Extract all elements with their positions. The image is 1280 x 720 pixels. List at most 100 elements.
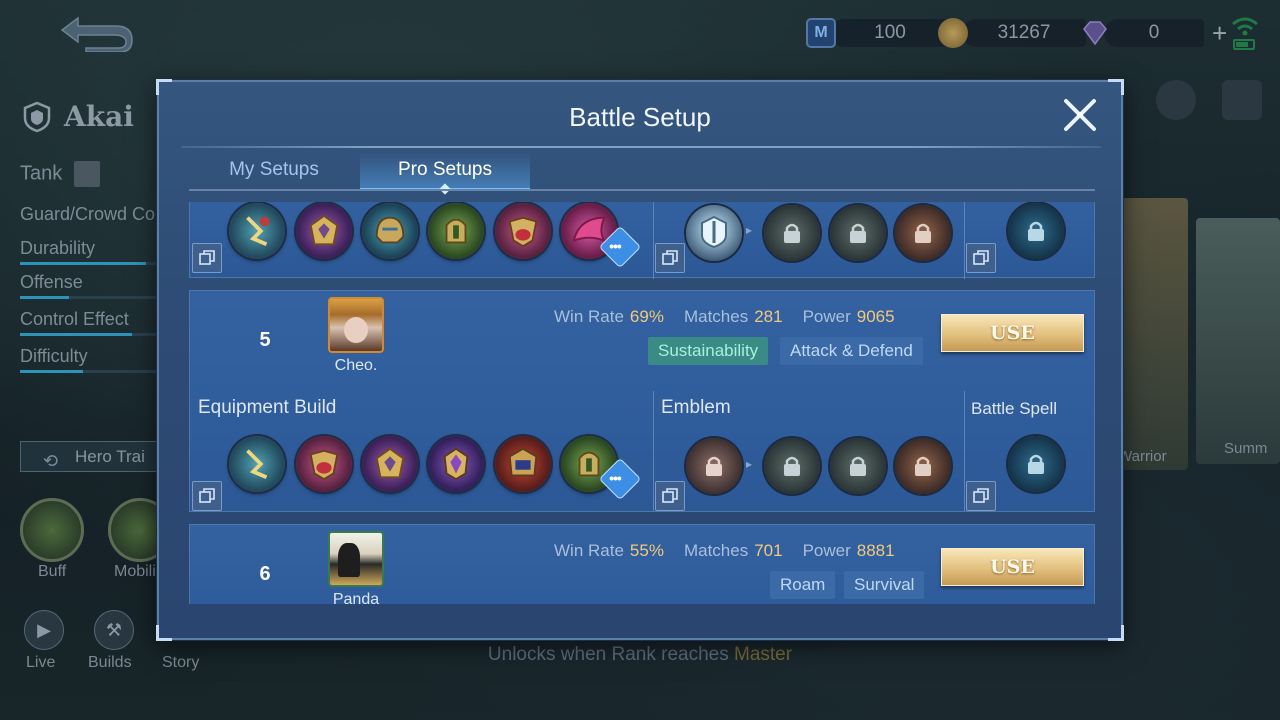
item-red-mask-icon[interactable]	[296, 436, 352, 492]
stat-difficulty-bar	[20, 370, 160, 373]
tag-sustainability: Sustainability	[648, 337, 769, 365]
stat-control-bar	[20, 333, 160, 336]
training-icon: ⟲	[43, 451, 59, 471]
summon-skin-card[interactable]: Summ	[1196, 218, 1280, 464]
setup-stats: Win Rate 55% Matches 701 Power 8881	[554, 541, 895, 560]
setup-list[interactable]: ••• ▸ 5 Cheo. Win Rate 69% Matches 281 P…	[189, 202, 1095, 604]
setup-stats: Win Rate 69% Matches 281 Power 9065	[554, 307, 895, 326]
copy-icon	[973, 488, 989, 503]
tickets-value: 100	[830, 19, 950, 47]
emblem-talent-2-icon[interactable]	[830, 205, 886, 261]
copy-build-button[interactable]	[192, 243, 222, 273]
copy-icon	[199, 250, 215, 265]
emblem-tank-icon[interactable]	[686, 205, 742, 261]
divider	[964, 202, 965, 279]
player-avatar[interactable]	[328, 531, 384, 587]
equipment-build-label: Equipment Build	[198, 397, 337, 418]
emblem-talent-1-icon[interactable]	[764, 438, 820, 494]
copy-icon	[973, 250, 989, 265]
item-purple-shield-icon[interactable]	[428, 436, 484, 492]
battle-spell-icon[interactable]	[1008, 203, 1064, 259]
lock-icon	[850, 456, 866, 476]
voice-icon[interactable]	[1156, 80, 1196, 120]
lock-icon	[850, 223, 866, 243]
tabs-divider	[189, 189, 1095, 191]
item-red-armor-icon[interactable]	[495, 436, 551, 492]
divider	[653, 202, 654, 279]
copy-icon	[662, 250, 678, 265]
hero-training-button[interactable]: ⟲ Hero Trai	[20, 441, 180, 472]
item-helmet-icon[interactable]	[362, 203, 418, 259]
copy-icon	[199, 488, 215, 503]
diamonds-value: 0	[1104, 19, 1204, 47]
buff-button[interactable]	[20, 498, 84, 562]
summon-label: Summ	[1224, 440, 1268, 457]
hero-specialty: Guard/Crowd Co	[20, 204, 156, 224]
avatar-figure	[338, 543, 360, 577]
emblem-main-icon[interactable]	[686, 438, 742, 494]
item-green-helm-icon[interactable]	[428, 203, 484, 259]
setup-card: 5 Cheo. Win Rate 69% Matches 281 Power 9065 S…	[189, 290, 1095, 512]
use-setup-button[interactable]: USE	[941, 548, 1084, 586]
tickets-counter[interactable]: M 100	[806, 16, 950, 50]
wifi-battery-icon	[1232, 17, 1258, 50]
lock-icon	[1028, 221, 1044, 241]
stat-control-label: Control Effect	[20, 309, 129, 329]
setup-rank: 6	[259, 563, 271, 585]
mobility-label: Mobili	[114, 563, 156, 580]
lock-icon	[915, 456, 931, 476]
item-boots-icon[interactable]	[229, 203, 285, 259]
battle-setup-dialog: Battle Setup My Setups Pro Setups ••• ▸ …	[156, 79, 1124, 641]
item-armor-icon[interactable]	[362, 436, 418, 492]
hero-role: Tank	[20, 161, 100, 187]
player-name: Panda	[332, 591, 380, 604]
corner-ornament	[1108, 79, 1124, 95]
corner-ornament	[156, 625, 172, 641]
copy-spell-button[interactable]	[966, 243, 996, 273]
lock-icon	[784, 456, 800, 476]
copy-emblem-button[interactable]	[655, 243, 685, 273]
corner-ornament	[1108, 625, 1124, 641]
divider	[653, 391, 654, 511]
battle-spell-icon[interactable]	[1008, 436, 1064, 492]
unlock-note: Unlocks when Rank reaches Master	[487, 644, 793, 665]
fullscreen-icon[interactable]	[1222, 80, 1262, 120]
role-badge-icon	[73, 161, 100, 187]
emblem-talent-3-icon[interactable]	[895, 205, 951, 261]
stat-offense-bar	[20, 296, 160, 299]
warrior-skin-card[interactable]: Warrior	[1118, 198, 1188, 470]
close-icon[interactable]	[1061, 96, 1099, 134]
item-armor-icon[interactable]	[296, 203, 352, 259]
emblem-label: Emblem	[661, 397, 731, 418]
dialog-title: Battle Setup	[569, 102, 711, 132]
tag-roam: Roam	[770, 571, 836, 599]
copy-spell-button[interactable]	[966, 481, 996, 511]
setup-card: 6 Panda Win Rate 55% Matches 701 Power 8881 R…	[189, 524, 1095, 604]
tank-shield-icon	[23, 101, 51, 132]
emblem-talent-3-icon[interactable]	[895, 438, 951, 494]
back-arrow-icon[interactable]	[56, 12, 136, 52]
gold-coins-icon	[938, 18, 968, 48]
player-avatar[interactable]	[328, 297, 384, 353]
item-boots-icon[interactable]	[229, 436, 285, 492]
gold-counter[interactable]: 31267	[938, 16, 1086, 50]
lock-icon	[784, 223, 800, 243]
emblem-talent-2-icon[interactable]	[830, 438, 886, 494]
tab-pro-setups[interactable]: Pro Setups	[360, 152, 530, 190]
add-diamonds-icon[interactable]: +	[1212, 18, 1227, 49]
warrior-label: Warrior	[1118, 448, 1167, 465]
tab-my-setups[interactable]: My Setups	[199, 152, 349, 190]
stat-durability-label: Durability	[20, 238, 96, 258]
buff-label: Buff	[38, 563, 67, 580]
battle-spell-label: Battle Spell	[971, 399, 1057, 418]
stat-difficulty-fill	[20, 370, 83, 373]
diamonds-counter[interactable]: 0 +	[1080, 16, 1227, 50]
avatar-face	[344, 317, 368, 343]
setup-rank: 5	[259, 329, 271, 351]
item-red-mask-icon[interactable]	[495, 203, 551, 259]
lock-icon	[706, 456, 722, 476]
copy-emblem-button[interactable]	[655, 481, 685, 511]
copy-build-button[interactable]	[192, 481, 222, 511]
emblem-talent-1-icon[interactable]	[764, 205, 820, 261]
use-setup-button[interactable]: USE	[941, 314, 1084, 352]
